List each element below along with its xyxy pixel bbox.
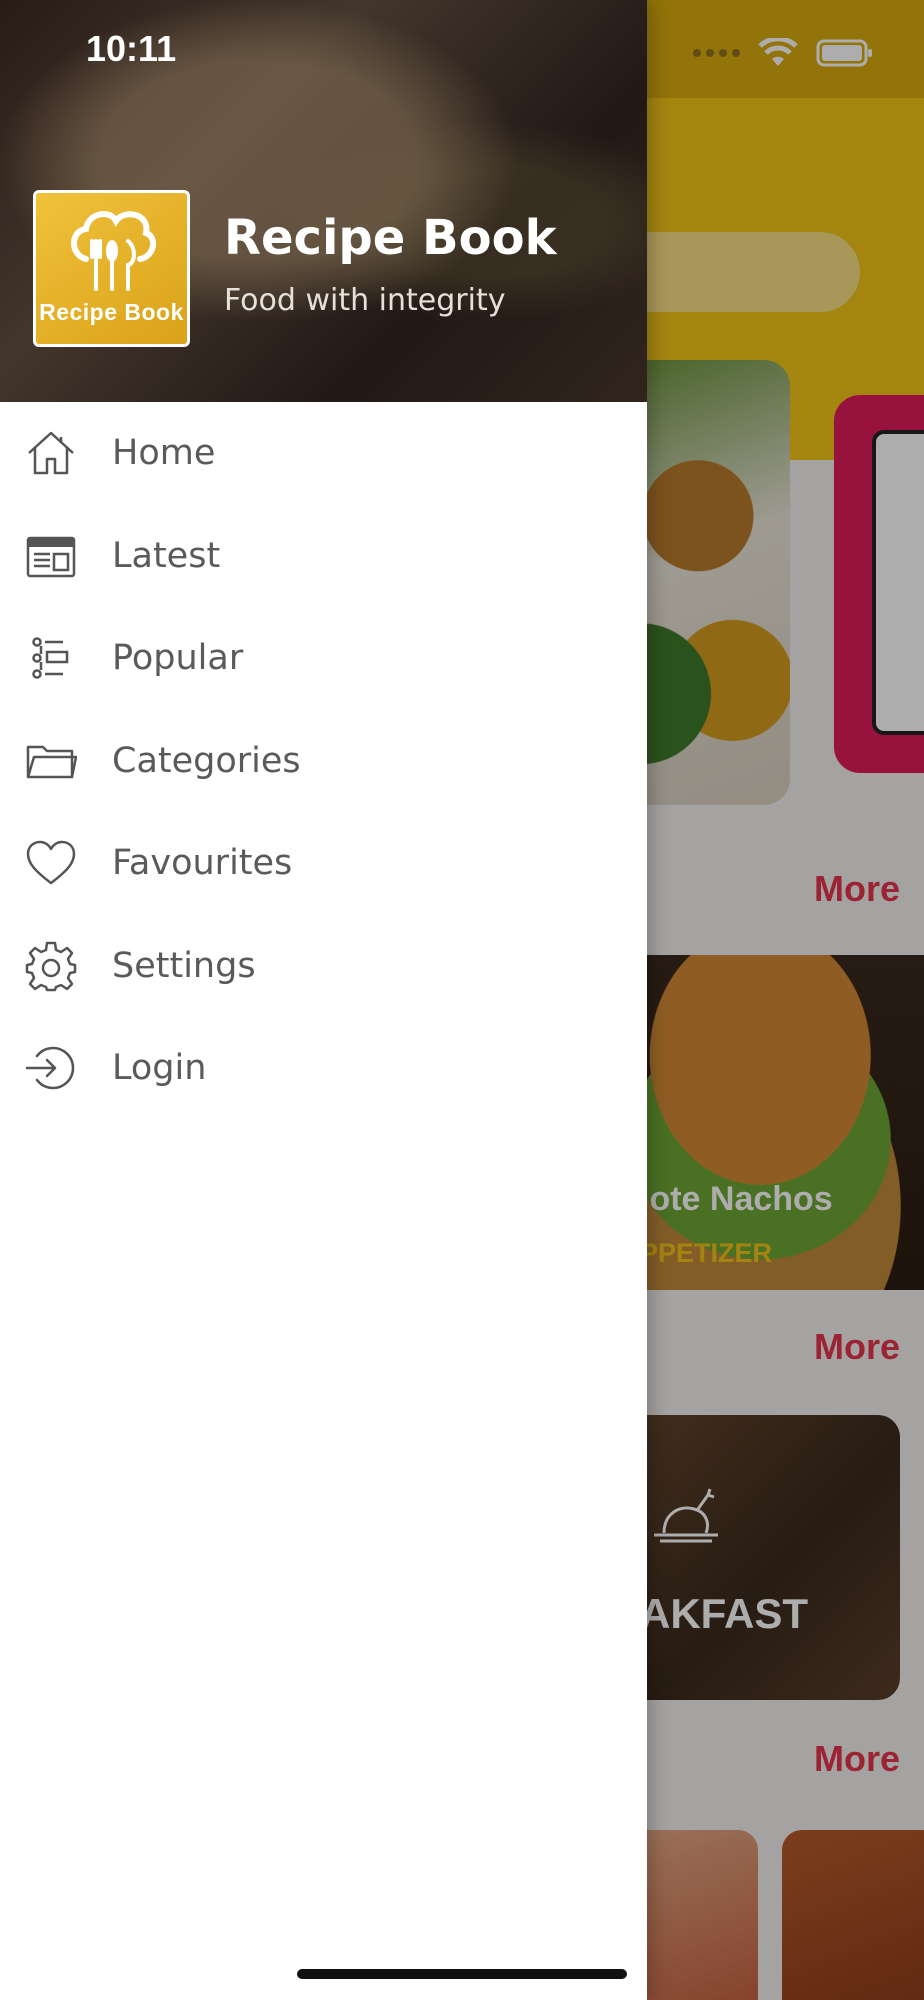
drawer-menu: Home Latest Popular Categories Favourite… — [0, 402, 647, 1120]
drawer-header: 10:11 Recipe Book Recipe Book Food with … — [0, 0, 647, 402]
folder-icon — [24, 734, 78, 788]
list-icon — [24, 631, 78, 685]
menu-item-popular[interactable]: Popular — [0, 607, 647, 710]
navigation-drawer: 10:11 Recipe Book Recipe Book Food with … — [0, 0, 647, 2000]
logo-text: Recipe Book — [39, 299, 184, 325]
menu-item-home[interactable]: Home — [0, 402, 647, 505]
menu-item-label: Settings — [112, 945, 256, 986]
status-time: 10:11 — [86, 28, 177, 69]
menu-item-categories[interactable]: Categories — [0, 710, 647, 813]
menu-item-favourites[interactable]: Favourites — [0, 812, 647, 915]
login-icon — [24, 1041, 78, 1095]
menu-item-label: Categories — [112, 740, 301, 781]
menu-item-label: Login — [112, 1048, 207, 1089]
chef-hat-icon — [70, 211, 156, 291]
menu-item-login[interactable]: Login — [0, 1017, 647, 1120]
gear-icon — [24, 939, 78, 993]
home-icon — [24, 426, 78, 480]
app-logo: Recipe Book — [33, 190, 190, 347]
home-indicator[interactable] — [297, 1969, 627, 1979]
menu-item-label: Latest — [112, 535, 221, 576]
menu-item-label: Home — [112, 433, 216, 474]
menu-item-label: Popular — [112, 638, 244, 679]
menu-item-settings[interactable]: Settings — [0, 915, 647, 1018]
app-title: Recipe Book — [224, 210, 557, 266]
newspaper-icon — [24, 529, 78, 583]
menu-item-label: Favourites — [112, 843, 293, 884]
heart-icon — [24, 836, 78, 890]
menu-item-latest[interactable]: Latest — [0, 505, 647, 608]
app-subtitle: Food with integrity — [224, 283, 506, 318]
